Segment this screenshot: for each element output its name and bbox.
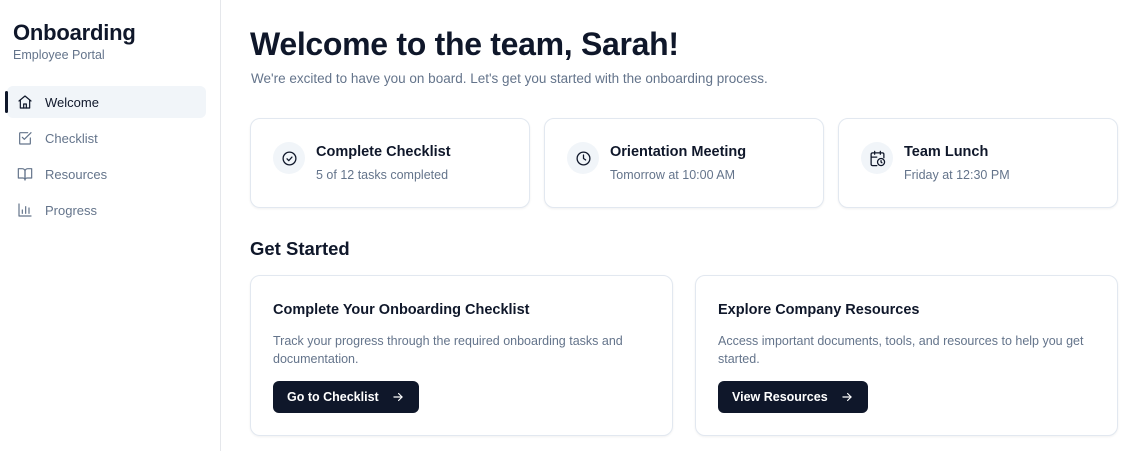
sidebar-item-label: Welcome [45, 94, 99, 110]
sidebar-item-progress[interactable]: Progress [7, 194, 206, 226]
stat-card-team-lunch[interactable]: Team Lunch Friday at 12:30 PM [838, 118, 1118, 208]
resources-card: Explore Company Resources Access importa… [695, 275, 1118, 436]
home-icon [17, 94, 33, 110]
view-resources-button[interactable]: View Resources [718, 381, 868, 413]
clock-icon [567, 142, 599, 174]
sidebar-item-label: Checklist [45, 130, 98, 146]
stat-title: Orientation Meeting [610, 144, 747, 160]
sidebar-nav: Welcome Checklist Resources Progress [0, 86, 221, 230]
stat-subtitle: Friday at 12:30 PM [904, 168, 1010, 182]
card-description: Track your progress through the required… [273, 334, 623, 366]
checklist-icon [17, 130, 33, 146]
app-title: Onboarding [13, 20, 136, 45]
app-subtitle: Employee Portal [13, 48, 105, 62]
checklist-card: Complete Your Onboarding Checklist Track… [250, 275, 673, 436]
arrow-right-icon [393, 392, 403, 402]
button-label: View Resources [732, 390, 828, 404]
bar-chart-icon [17, 202, 33, 218]
card-description: Access important documents, tools, and r… [718, 334, 1084, 366]
go-to-checklist-button[interactable]: Go to Checklist [273, 381, 419, 413]
page-lead: We're excited to have you on board. Let'… [251, 71, 768, 86]
sidebar-item-resources[interactable]: Resources [7, 158, 206, 190]
sidebar: Onboarding Employee Portal Welcome Check… [0, 0, 221, 451]
section-title: Get Started [250, 238, 350, 259]
page-title: Welcome to the team, Sarah! [250, 26, 679, 62]
sidebar-item-welcome[interactable]: Welcome [5, 86, 206, 118]
sidebar-item-label: Resources [45, 166, 108, 182]
stat-card-orientation[interactable]: Orientation Meeting Tomorrow at 10:00 AM [544, 118, 824, 208]
sidebar-item-checklist[interactable]: Checklist [7, 122, 206, 154]
arrow-right-icon [841, 392, 852, 402]
book-icon [17, 166, 33, 182]
stat-card-checklist[interactable]: Complete Checklist 5 of 12 tasks complet… [250, 118, 530, 208]
sidebar-item-label: Progress [45, 202, 98, 218]
stat-title: Complete Checklist [316, 144, 451, 160]
calendar-clock-icon [861, 142, 893, 174]
card-title: Explore Company Resources [718, 302, 920, 318]
card-title: Complete Your Onboarding Checklist [273, 302, 530, 318]
stat-subtitle: 5 of 12 tasks completed [316, 168, 449, 182]
stat-title: Team Lunch [904, 144, 989, 160]
stat-subtitle: Tomorrow at 10:00 AM [610, 168, 736, 182]
button-label: Go to Checklist [287, 390, 379, 404]
check-circle-icon [273, 142, 305, 174]
